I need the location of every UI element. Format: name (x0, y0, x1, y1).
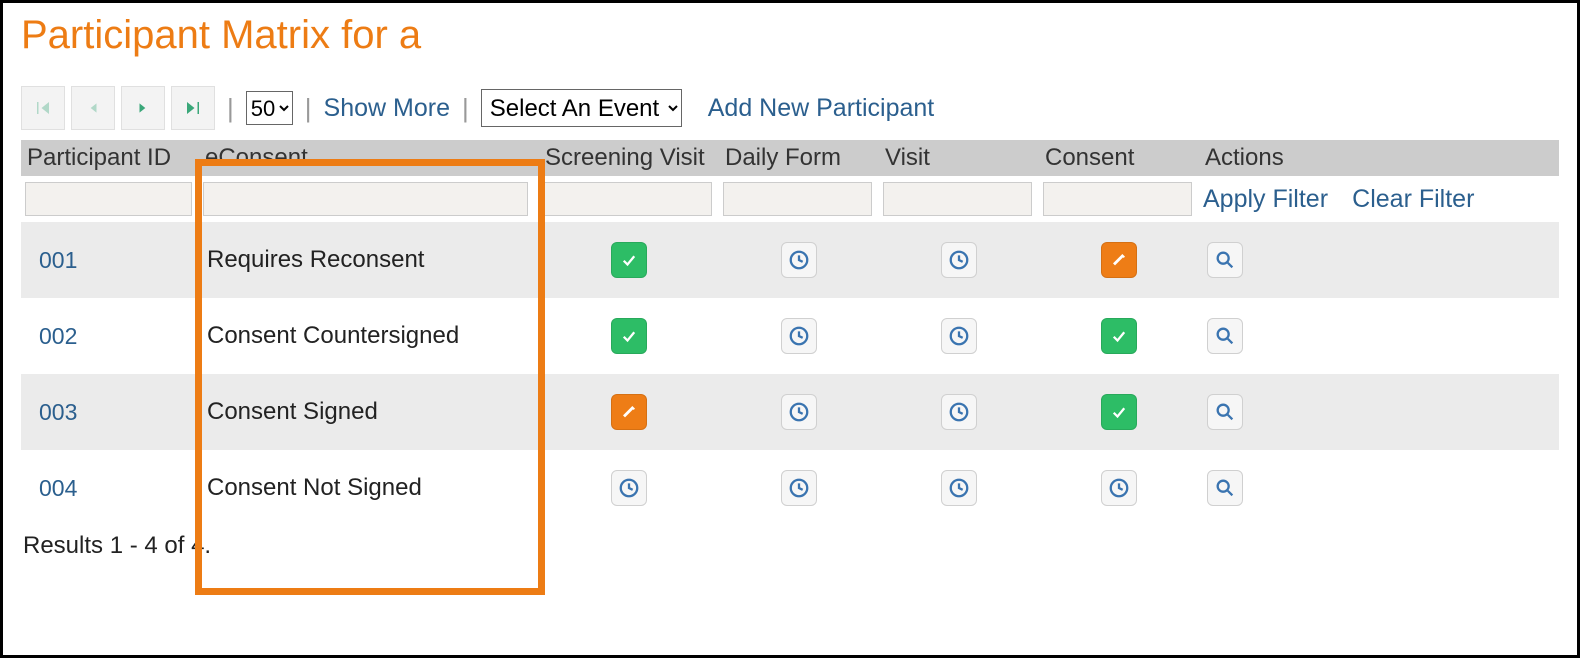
col-screening-visit: Screening Visit (539, 140, 719, 176)
filter-participant-id[interactable] (25, 182, 192, 216)
view-action-icon[interactable] (1207, 318, 1243, 354)
status-complete-icon[interactable] (1101, 318, 1137, 354)
status-scheduled-icon[interactable] (941, 394, 977, 430)
status-scheduled-icon[interactable] (781, 242, 817, 278)
add-participant-link[interactable]: Add New Participant (708, 94, 935, 123)
status-edit-icon[interactable] (1101, 242, 1137, 278)
apply-filter-link[interactable]: Apply Filter (1203, 185, 1328, 213)
page-size-select[interactable]: 50 (246, 91, 293, 125)
status-complete-icon[interactable] (611, 318, 647, 354)
page-title: Participant Matrix for a (21, 13, 1559, 58)
status-complete-icon[interactable] (1101, 394, 1137, 430)
status-edit-icon[interactable] (611, 394, 647, 430)
econsent-status: Requires Reconsent (207, 246, 424, 273)
col-actions: Actions (1199, 140, 1559, 176)
status-scheduled-icon[interactable] (941, 318, 977, 354)
skip-forward-icon (136, 99, 150, 117)
pager-prev-button[interactable] (71, 86, 115, 130)
header-row: Participant ID eConsent Screening Visit … (21, 140, 1559, 176)
col-consent: Consent (1039, 140, 1199, 176)
show-more-link[interactable]: Show More (324, 94, 450, 123)
skip-forward-end-icon (184, 99, 202, 117)
filter-row: Apply Filter Clear Filter (21, 176, 1559, 222)
col-daily-form: Daily Form (719, 140, 879, 176)
skip-back-start-icon (34, 99, 52, 117)
toolbar: | 50 | Show More | Select An Event Add N… (21, 86, 1559, 130)
separator: | (299, 93, 318, 124)
pager-next-button[interactable] (121, 86, 165, 130)
skip-back-icon (86, 99, 100, 117)
filter-screening-visit[interactable] (543, 182, 712, 216)
status-scheduled-icon[interactable] (611, 470, 647, 506)
participant-id-link[interactable]: 004 (29, 475, 77, 501)
status-scheduled-icon[interactable] (941, 470, 977, 506)
filter-visit[interactable] (883, 182, 1032, 216)
econsent-status: Consent Countersigned (207, 322, 459, 349)
status-scheduled-icon[interactable] (781, 394, 817, 430)
table-row: 002 Consent Countersigned (21, 298, 1559, 374)
status-scheduled-icon[interactable] (1101, 470, 1137, 506)
status-scheduled-icon[interactable] (781, 318, 817, 354)
view-action-icon[interactable] (1207, 242, 1243, 278)
results-summary: Results 1 - 4 of 4. (21, 532, 1559, 560)
pager-last-button[interactable] (171, 86, 215, 130)
separator: | (456, 93, 475, 124)
filter-consent[interactable] (1043, 182, 1192, 216)
status-complete-icon[interactable] (611, 242, 647, 278)
table-row: 004 Consent Not Signed (21, 450, 1559, 526)
col-econsent: eConsent (199, 140, 539, 176)
table-row: 003 Consent Signed (21, 374, 1559, 450)
status-scheduled-icon[interactable] (781, 470, 817, 506)
filter-daily-form[interactable] (723, 182, 872, 216)
separator: | (221, 93, 240, 124)
econsent-status: Consent Signed (207, 398, 378, 425)
col-visit: Visit (879, 140, 1039, 176)
view-action-icon[interactable] (1207, 470, 1243, 506)
participant-id-link[interactable]: 001 (29, 247, 77, 273)
econsent-status: Consent Not Signed (207, 474, 422, 501)
status-scheduled-icon[interactable] (941, 242, 977, 278)
participant-id-link[interactable]: 003 (29, 399, 77, 425)
pager-first-button[interactable] (21, 86, 65, 130)
participant-matrix-table: Participant ID eConsent Screening Visit … (21, 140, 1559, 526)
filter-econsent[interactable] (203, 182, 528, 216)
table-row: 001 Requires Reconsent (21, 222, 1559, 298)
col-participant-id: Participant ID (21, 140, 199, 176)
clear-filter-link[interactable]: Clear Filter (1352, 185, 1474, 213)
event-select[interactable]: Select An Event (481, 89, 682, 127)
view-action-icon[interactable] (1207, 394, 1243, 430)
participant-id-link[interactable]: 002 (29, 323, 77, 349)
